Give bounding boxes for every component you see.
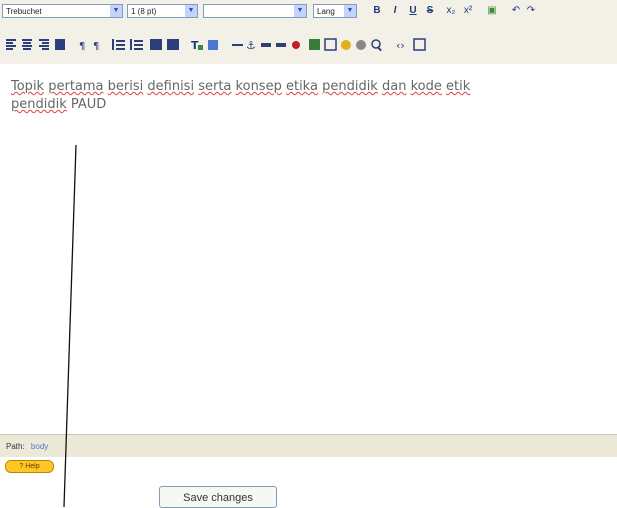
pen-annotation-line [63, 144, 77, 507]
